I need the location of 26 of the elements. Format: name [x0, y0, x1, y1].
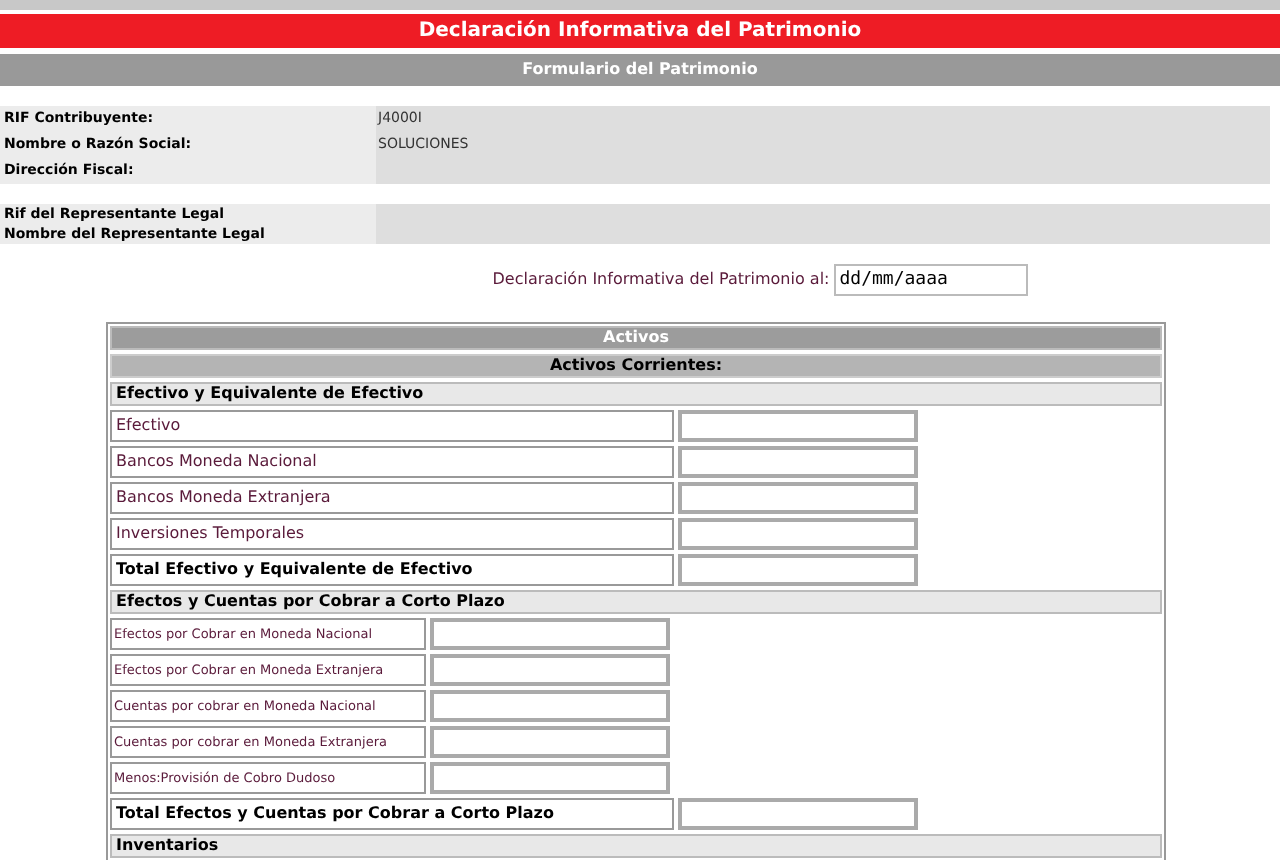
- amount-field[interactable]: [430, 726, 670, 758]
- date-field[interactable]: dd/mm/aaaa: [833, 264, 1028, 296]
- date-label: Declaración Informativa del Patrimonio al:: [492, 268, 830, 292]
- table-subheader: Activos Corrientes:: [110, 354, 1162, 378]
- amount-field[interactable]: [678, 798, 918, 830]
- row-label: Inversiones Temporales: [110, 518, 674, 550]
- total-label: Total Efectivo y Equivalente de Efectivo: [110, 554, 674, 586]
- table-header: Activos: [110, 326, 1162, 350]
- amount-field[interactable]: [678, 554, 918, 586]
- amount-field[interactable]: [678, 446, 918, 478]
- section-heading: Efectos y Cuentas por Cobrar a Corto Plazo: [110, 590, 1162, 614]
- section-heading: Inventarios: [110, 834, 1162, 858]
- amount-field[interactable]: [678, 410, 918, 442]
- amount-field[interactable]: [430, 762, 670, 794]
- form-subtitle: Formulario del Patrimonio: [0, 54, 1280, 86]
- amount-field[interactable]: [430, 690, 670, 722]
- amount-field[interactable]: [430, 618, 670, 650]
- row-label: Bancos Moneda Extranjera: [110, 482, 674, 514]
- total-label: Total Efectos y Cuentas por Cobrar a Corto Plazo: [110, 798, 674, 830]
- section-heading: Efectivo y Equivalente de Efectivo: [110, 382, 1162, 406]
- amount-field[interactable]: [430, 654, 670, 686]
- row-label: Bancos Moneda Nacional: [110, 446, 674, 478]
- amount-field[interactable]: [678, 518, 918, 550]
- page-title: Declaración Informativa del Patrimonio: [0, 14, 1280, 48]
- row-label: Efectivo: [110, 410, 674, 442]
- amount-field[interactable]: [678, 482, 918, 514]
